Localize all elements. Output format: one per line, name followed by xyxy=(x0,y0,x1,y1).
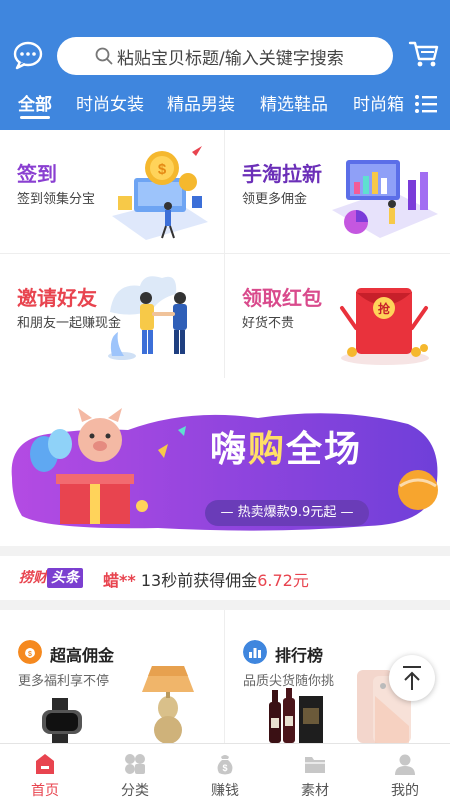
feature-subtitle: 领更多佣金 xyxy=(242,192,308,207)
top-bar: 粘贴宝贝标题/输入关键字搜索 xyxy=(0,34,450,78)
wine-product-image xyxy=(269,688,323,743)
bar-chart-icon xyxy=(243,640,267,664)
category-tabs: 全部 时尚女装 精品男装 精选鞋品 时尚箱 xyxy=(0,90,410,122)
lamp-product-image xyxy=(142,666,194,743)
feature-title: 领取红包 xyxy=(242,286,322,310)
active-tab-indicator xyxy=(20,116,50,119)
svg-text:$: $ xyxy=(158,161,167,178)
feature-title: 签到 xyxy=(17,162,57,186)
search-icon xyxy=(95,47,113,65)
handshake-illustration xyxy=(108,276,187,360)
nav-label: 首页 xyxy=(31,783,59,799)
promo-banner[interactable]: 嗨购全场 — 热卖爆款9.9元起 — xyxy=(0,378,450,546)
bottom-nav: 首页 分类 $ 赚钱 素材 我的 xyxy=(0,743,450,800)
tab-bags[interactable]: 时尚箱 xyxy=(353,90,404,115)
nav-label: 素材 xyxy=(301,783,329,799)
card-title: 超高佣金 xyxy=(50,646,115,665)
header: 粘贴宝贝标题/输入关键字搜索 全部 时尚女装 精品男装 精选鞋品 时尚箱 xyxy=(0,0,450,130)
feature-title: 邀请好友 xyxy=(17,286,97,310)
feature-subtitle: 好货不贵 xyxy=(242,316,295,331)
chat-icon[interactable] xyxy=(12,40,44,70)
checkin-illustration: $ xyxy=(112,146,208,240)
folder-icon xyxy=(305,757,325,773)
tab-all[interactable]: 全部 xyxy=(18,90,52,115)
menu-icon[interactable] xyxy=(414,94,438,114)
money-bag-icon: $ xyxy=(18,640,42,664)
nav-materials[interactable]: 素材 xyxy=(270,744,360,800)
user-icon xyxy=(395,754,415,775)
ticker-logo: 捞财 头条 xyxy=(19,568,83,588)
nav-label: 赚钱 xyxy=(211,783,239,799)
nav-profile[interactable]: 我的 xyxy=(360,744,450,800)
nav-label: 我的 xyxy=(391,783,419,799)
ticker-message: 蜡** 13秒前获得佣金6.72元 xyxy=(103,571,309,590)
card-subtitle: 更多福利享不停 xyxy=(18,674,110,689)
category-icon xyxy=(125,754,145,774)
svg-text:$: $ xyxy=(28,651,32,658)
feature-checkin[interactable]: 签到 签到领集分宝 $ xyxy=(0,130,225,254)
svg-text:$: $ xyxy=(222,763,227,773)
feature-new-user[interactable]: 手淘拉新 领更多佣金 xyxy=(225,130,450,254)
search-input[interactable]: 粘贴宝贝标题/输入关键字搜索 xyxy=(57,37,393,75)
nav-label: 分类 xyxy=(121,783,149,799)
cart-icon[interactable] xyxy=(408,38,440,70)
home-icon xyxy=(36,754,54,774)
red-packet-illustration: 抢 xyxy=(340,288,429,365)
banner-tagline: — 热卖爆款9.9元起 — xyxy=(205,500,369,526)
card-high-commission[interactable]: $ 超高佣金 更多福利享不停 xyxy=(0,610,225,743)
feature-subtitle: 签到领集分宝 xyxy=(17,192,96,207)
nav-category[interactable]: 分类 xyxy=(90,744,180,800)
promo-cards: $ 超高佣金 更多福利享不停 排行榜 品质尖货随你挑 xyxy=(0,610,450,743)
news-ticker[interactable]: 捞财 头条 蜡** 13秒前获得佣金6.72元 xyxy=(0,556,450,600)
feature-red-packet[interactable]: 领取红包 好货不贵 抢 xyxy=(225,254,450,378)
watch-product-image xyxy=(42,698,82,743)
nav-home[interactable]: 首页 xyxy=(0,744,90,800)
search-placeholder: 粘贴宝贝标题/输入关键字搜索 xyxy=(117,48,344,69)
tab-women[interactable]: 时尚女装 xyxy=(76,90,144,115)
card-title: 排行榜 xyxy=(275,646,324,665)
feature-title: 手淘拉新 xyxy=(242,162,322,186)
money-icon: $ xyxy=(217,755,233,775)
feature-invite[interactable]: 邀请好友 和朋友一起赚现金 xyxy=(0,254,225,378)
svg-text:抢: 抢 xyxy=(378,301,391,316)
card-subtitle: 品质尖货随你挑 xyxy=(243,674,335,689)
tab-shoes[interactable]: 精选鞋品 xyxy=(260,90,328,115)
scroll-to-top-icon[interactable] xyxy=(389,655,435,701)
tab-men[interactable]: 精品男装 xyxy=(167,90,235,115)
banner-headline: 嗨购全场 xyxy=(210,429,363,470)
nav-earn[interactable]: $ 赚钱 xyxy=(180,744,270,800)
feature-grid: 签到 签到领集分宝 $ 手淘拉新 领更多佣金 邀请好友 和朋友一起赚现金 领取红… xyxy=(0,130,450,378)
dashboard-illustration xyxy=(332,160,438,238)
